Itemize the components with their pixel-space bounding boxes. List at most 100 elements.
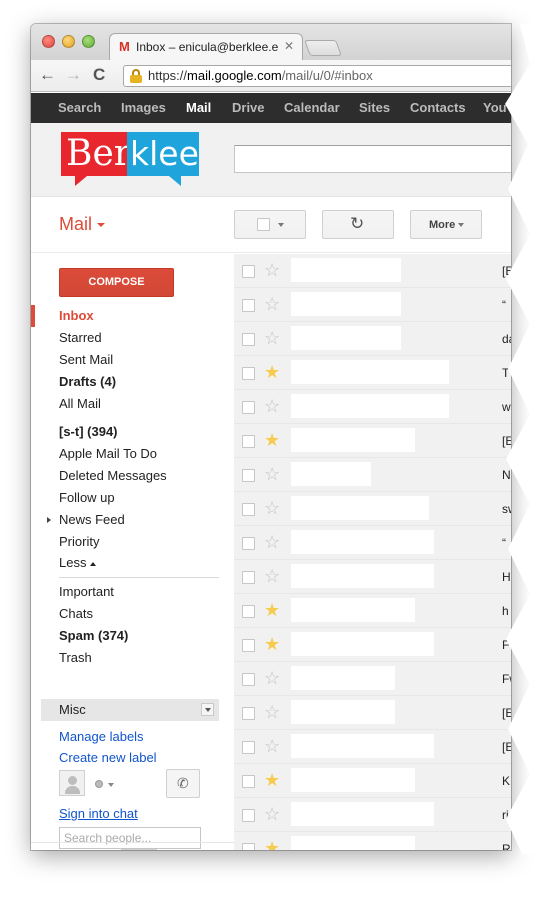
sidebar-item-deleted-messages[interactable]: Deleted Messages xyxy=(31,465,234,487)
gbar-mail-link[interactable]: Mail xyxy=(186,101,211,115)
row-checkbox[interactable] xyxy=(242,435,255,448)
row-checkbox[interactable] xyxy=(242,639,255,652)
message-row[interactable]: ★ h xyxy=(234,594,511,628)
reload-icon[interactable]: C xyxy=(93,66,105,84)
row-checkbox[interactable] xyxy=(242,401,255,414)
message-row[interactable]: ☆Health xyxy=(234,560,511,594)
star-outline-icon[interactable]: ☆ xyxy=(264,804,280,824)
star-filled-icon[interactable]: ★ xyxy=(264,770,280,790)
berklee-logo[interactable]: Ber klee xyxy=(61,132,201,188)
row-checkbox[interactable] xyxy=(242,775,255,788)
message-row[interactable]: ☆Fwi xyxy=(234,662,511,696)
star-outline-icon[interactable]: ☆ xyxy=(264,260,280,280)
sidebar-item-s-t[interactable]: [s-t] (394) xyxy=(31,421,234,443)
star-outline-icon[interactable]: ☆ xyxy=(264,396,280,416)
star-filled-icon[interactable]: ★ xyxy=(264,362,280,382)
row-checkbox[interactable] xyxy=(242,605,255,618)
star-filled-icon[interactable]: ★ xyxy=(264,600,280,620)
mail-menu[interactable]: Mail xyxy=(59,214,106,234)
message-row[interactable]: ★[El xyxy=(234,424,511,458)
more-button[interactable]: More xyxy=(410,210,482,239)
search-people-input[interactable]: Search people... xyxy=(59,827,201,849)
sidebar-item-priority[interactable]: Priority xyxy=(31,531,234,553)
sidebar-item-trash[interactable]: Trash xyxy=(31,647,234,669)
call-phone-button[interactable]: ✆ xyxy=(166,769,200,798)
close-window-button[interactable] xyxy=(42,35,55,48)
chat-status-icon[interactable] xyxy=(95,780,103,788)
chat-roster-tab[interactable] xyxy=(121,849,157,850)
message-row[interactable]: ☆right co xyxy=(234,798,511,832)
star-filled-icon[interactable]: ★ xyxy=(264,430,280,450)
row-checkbox[interactable] xyxy=(242,537,255,550)
zoom-window-button[interactable] xyxy=(82,35,95,48)
row-checkbox[interactable] xyxy=(242,503,255,516)
sidebar-item-apple-mail-to-do[interactable]: Apple Mail To Do xyxy=(31,443,234,465)
message-row[interactable]: ☆ “ xyxy=(234,288,511,322)
message-row[interactable]: ★ T xyxy=(234,356,511,390)
row-checkbox[interactable] xyxy=(242,741,255,754)
star-filled-icon[interactable]: ★ xyxy=(264,838,280,850)
message-row[interactable]: ★ K xyxy=(234,764,511,798)
row-checkbox[interactable] xyxy=(242,673,255,686)
new-tab-button[interactable] xyxy=(304,40,342,56)
gbar-drive-link[interactable]: Drive xyxy=(232,101,265,115)
sidebar-item-starred[interactable]: Starred xyxy=(31,327,234,349)
status-caret-icon[interactable] xyxy=(108,783,114,787)
star-outline-icon[interactable]: ☆ xyxy=(264,464,280,484)
mail-search-input[interactable] xyxy=(234,145,511,173)
create-new-label-link[interactable]: Create new label xyxy=(59,750,157,766)
star-outline-icon[interactable]: ☆ xyxy=(264,498,280,518)
message-row[interactable]: ★Fwo xyxy=(234,628,511,662)
gbar-calendar-link[interactable]: Calendar xyxy=(284,101,340,115)
message-row[interactable]: ☆[Elisa xyxy=(234,254,511,288)
sidebar-item-inbox[interactable]: Inbox xyxy=(31,305,234,327)
sidebar-item-spam[interactable]: Spam (374) xyxy=(31,625,234,647)
expand-arrow-icon[interactable] xyxy=(47,517,51,523)
row-checkbox[interactable] xyxy=(242,367,255,380)
row-checkbox[interactable] xyxy=(242,333,255,346)
compose-button[interactable]: COMPOSE xyxy=(59,268,174,297)
refresh-button[interactable]: ↻ xyxy=(322,210,394,239)
back-arrow-icon[interactable]: ← xyxy=(39,66,56,84)
section-dropdown-icon[interactable] xyxy=(201,703,214,716)
message-row[interactable]: ☆Ne xyxy=(234,458,511,492)
sidebar-item-drafts[interactable]: Drafts (4) xyxy=(31,371,234,393)
avatar[interactable] xyxy=(59,770,85,796)
message-row[interactable]: ☆[Elisa xyxy=(234,730,511,764)
row-checkbox[interactable] xyxy=(242,843,255,850)
message-row[interactable]: ☆ “ xyxy=(234,526,511,560)
sign-into-chat-link[interactable]: Sign into chat xyxy=(59,806,138,822)
gbar-sites-link[interactable]: Sites xyxy=(359,101,390,115)
message-row[interactable]: ☆ [E xyxy=(234,696,511,730)
message-row[interactable]: ☆datele xyxy=(234,322,511,356)
forward-arrow-icon[interactable]: → xyxy=(65,66,82,84)
message-row[interactable]: ☆weba xyxy=(234,390,511,424)
row-checkbox[interactable] xyxy=(242,469,255,482)
message-row[interactable]: ★ R xyxy=(234,832,511,850)
misc-section-header[interactable]: Misc xyxy=(41,699,219,721)
star-outline-icon[interactable]: ☆ xyxy=(264,328,280,348)
address-bar[interactable]: https://mail.google.com/mail/u/0/#inbox xyxy=(123,65,511,87)
minimize-window-button[interactable] xyxy=(62,35,75,48)
gbar-images-link[interactable]: Images xyxy=(121,101,166,115)
sidebar-item-news-feed[interactable]: News Feed xyxy=(31,509,234,531)
row-checkbox[interactable] xyxy=(242,707,255,720)
select-all-button[interactable] xyxy=(234,210,306,239)
gbar-contacts-link[interactable]: Contacts xyxy=(410,101,466,115)
gbar-search-link[interactable]: Search xyxy=(58,101,101,115)
star-outline-icon[interactable]: ☆ xyxy=(264,736,280,756)
star-outline-icon[interactable]: ☆ xyxy=(264,668,280,688)
row-checkbox[interactable] xyxy=(242,809,255,822)
sidebar-item-important[interactable]: Important xyxy=(31,581,234,603)
star-outline-icon[interactable]: ☆ xyxy=(264,702,280,722)
message-row[interactable]: ☆swar xyxy=(234,492,511,526)
sidebar-item-sent-mail[interactable]: Sent Mail xyxy=(31,349,234,371)
row-checkbox[interactable] xyxy=(242,571,255,584)
select-checkbox[interactable] xyxy=(257,218,270,231)
tab-close-icon[interactable]: ✕ xyxy=(284,39,294,53)
sidebar-less-toggle[interactable]: Less xyxy=(31,552,234,574)
sidebar-item-all-mail[interactable]: All Mail xyxy=(31,393,234,415)
sidebar-item-chats[interactable]: Chats xyxy=(31,603,234,625)
browser-tab[interactable]: M Inbox – enicula@berklee.e ✕ xyxy=(109,33,303,60)
sidebar-item-follow-up[interactable]: Follow up xyxy=(31,487,234,509)
